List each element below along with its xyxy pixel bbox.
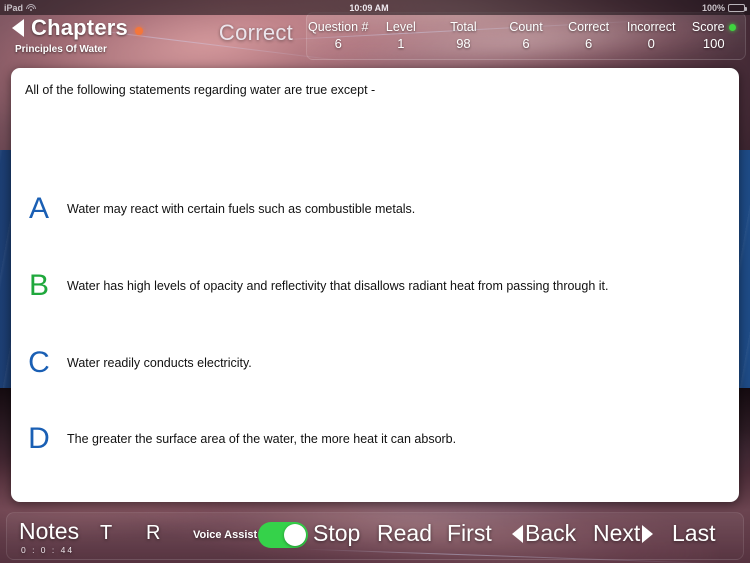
score-status-dot-icon	[728, 24, 736, 31]
next-label: Next	[593, 520, 641, 546]
voice-assist-label: Voice Assist	[193, 529, 258, 541]
bottom-toolbar: Notes 0 : 0 : 44 T R Voice Assist Stop R…	[0, 509, 750, 563]
stats-panel: Question # 6 Level 1 Total 98 Count 6 Co…	[306, 12, 746, 60]
stat-value: 6	[334, 36, 342, 51]
question-prompt: All of the following statements regardin…	[25, 83, 376, 97]
stat-value: 100	[702, 36, 725, 51]
stat-total: Total 98	[432, 20, 495, 52]
stat-value: 1	[397, 36, 405, 51]
stat-value: 0	[647, 36, 655, 51]
next-button[interactable]: Next	[593, 520, 654, 547]
battery-full-icon	[728, 3, 747, 12]
chevron-left-icon	[512, 524, 523, 543]
stat-label: Total	[450, 20, 477, 34]
result-status-label: Correct	[218, 20, 294, 45]
last-button[interactable]: Last	[672, 520, 715, 547]
stat-label: Question #	[308, 20, 369, 34]
notes-label: Notes	[19, 518, 80, 544]
chapters-back-button[interactable]: Chapters Principles Of Water	[12, 15, 143, 55]
chevron-right-icon	[642, 524, 654, 543]
voice-assist-toggle[interactable]	[258, 522, 308, 548]
back-triangle-icon	[12, 19, 24, 37]
text-size-button[interactable]: T	[100, 522, 112, 545]
back-label: Back	[525, 520, 577, 546]
stat-score: Score 100	[682, 20, 745, 52]
question-card: All of the following statements regardin…	[11, 68, 739, 502]
option-letter: C	[28, 346, 50, 379]
option-letter: D	[28, 422, 50, 455]
timer-label: 0 : 0 : 44	[21, 545, 75, 555]
stat-label: Level	[385, 20, 416, 34]
option-letter: A	[28, 192, 49, 225]
back-button[interactable]: Back	[512, 520, 576, 547]
option-text: Water has high levels of opacity and ref…	[67, 279, 609, 293]
first-button[interactable]: First	[447, 520, 492, 547]
stat-count: Count 6	[495, 20, 558, 52]
option-text: Water readily conducts electricity.	[67, 356, 252, 370]
wifi-icon	[26, 3, 37, 12]
stat-label: Count	[509, 20, 543, 34]
status-dot-icon	[134, 26, 143, 35]
battery-percent-label: 100%	[701, 2, 725, 13]
stat-label: Correct	[568, 20, 610, 34]
answer-option-d[interactable]: D The greater the surface area of the wa…	[11, 422, 739, 456]
answer-option-c[interactable]: C Water readily conducts electricity.	[11, 346, 739, 380]
clock-label: 10:09 AM	[349, 2, 389, 13]
stat-label: Incorrect	[626, 20, 676, 34]
option-letter: B	[28, 269, 49, 302]
stat-level: Level 1	[370, 20, 433, 52]
answer-option-a[interactable]: A Water may react with certain fuels suc…	[11, 192, 739, 226]
ios-status-bar: iPad 10:09 AM 100%	[0, 0, 750, 15]
stat-value: 6	[522, 36, 530, 51]
stat-correct: Correct 6	[557, 20, 620, 52]
chapters-label: Chapters	[31, 15, 128, 40]
read-button[interactable]: Read	[377, 520, 432, 547]
subject-label: Principles Of Water	[15, 44, 107, 55]
stat-incorrect: Incorrect 0	[620, 20, 683, 52]
stat-value: 98	[456, 36, 471, 51]
toggle-knob	[284, 524, 306, 546]
option-text: The greater the surface area of the wate…	[67, 432, 457, 446]
device-name-label: iPad	[4, 2, 24, 13]
stat-value: 6	[584, 36, 593, 51]
stat-question-number: Question # 6	[307, 20, 370, 52]
review-button[interactable]: R	[146, 522, 160, 545]
stat-label: Score	[691, 20, 725, 34]
stop-button[interactable]: Stop	[313, 520, 360, 547]
answer-option-b[interactable]: B Water has high levels of opacity and r…	[11, 269, 739, 303]
option-text: Water may react with certain fuels such …	[67, 202, 416, 216]
notes-button[interactable]: Notes 0 : 0 : 44	[19, 518, 79, 555]
